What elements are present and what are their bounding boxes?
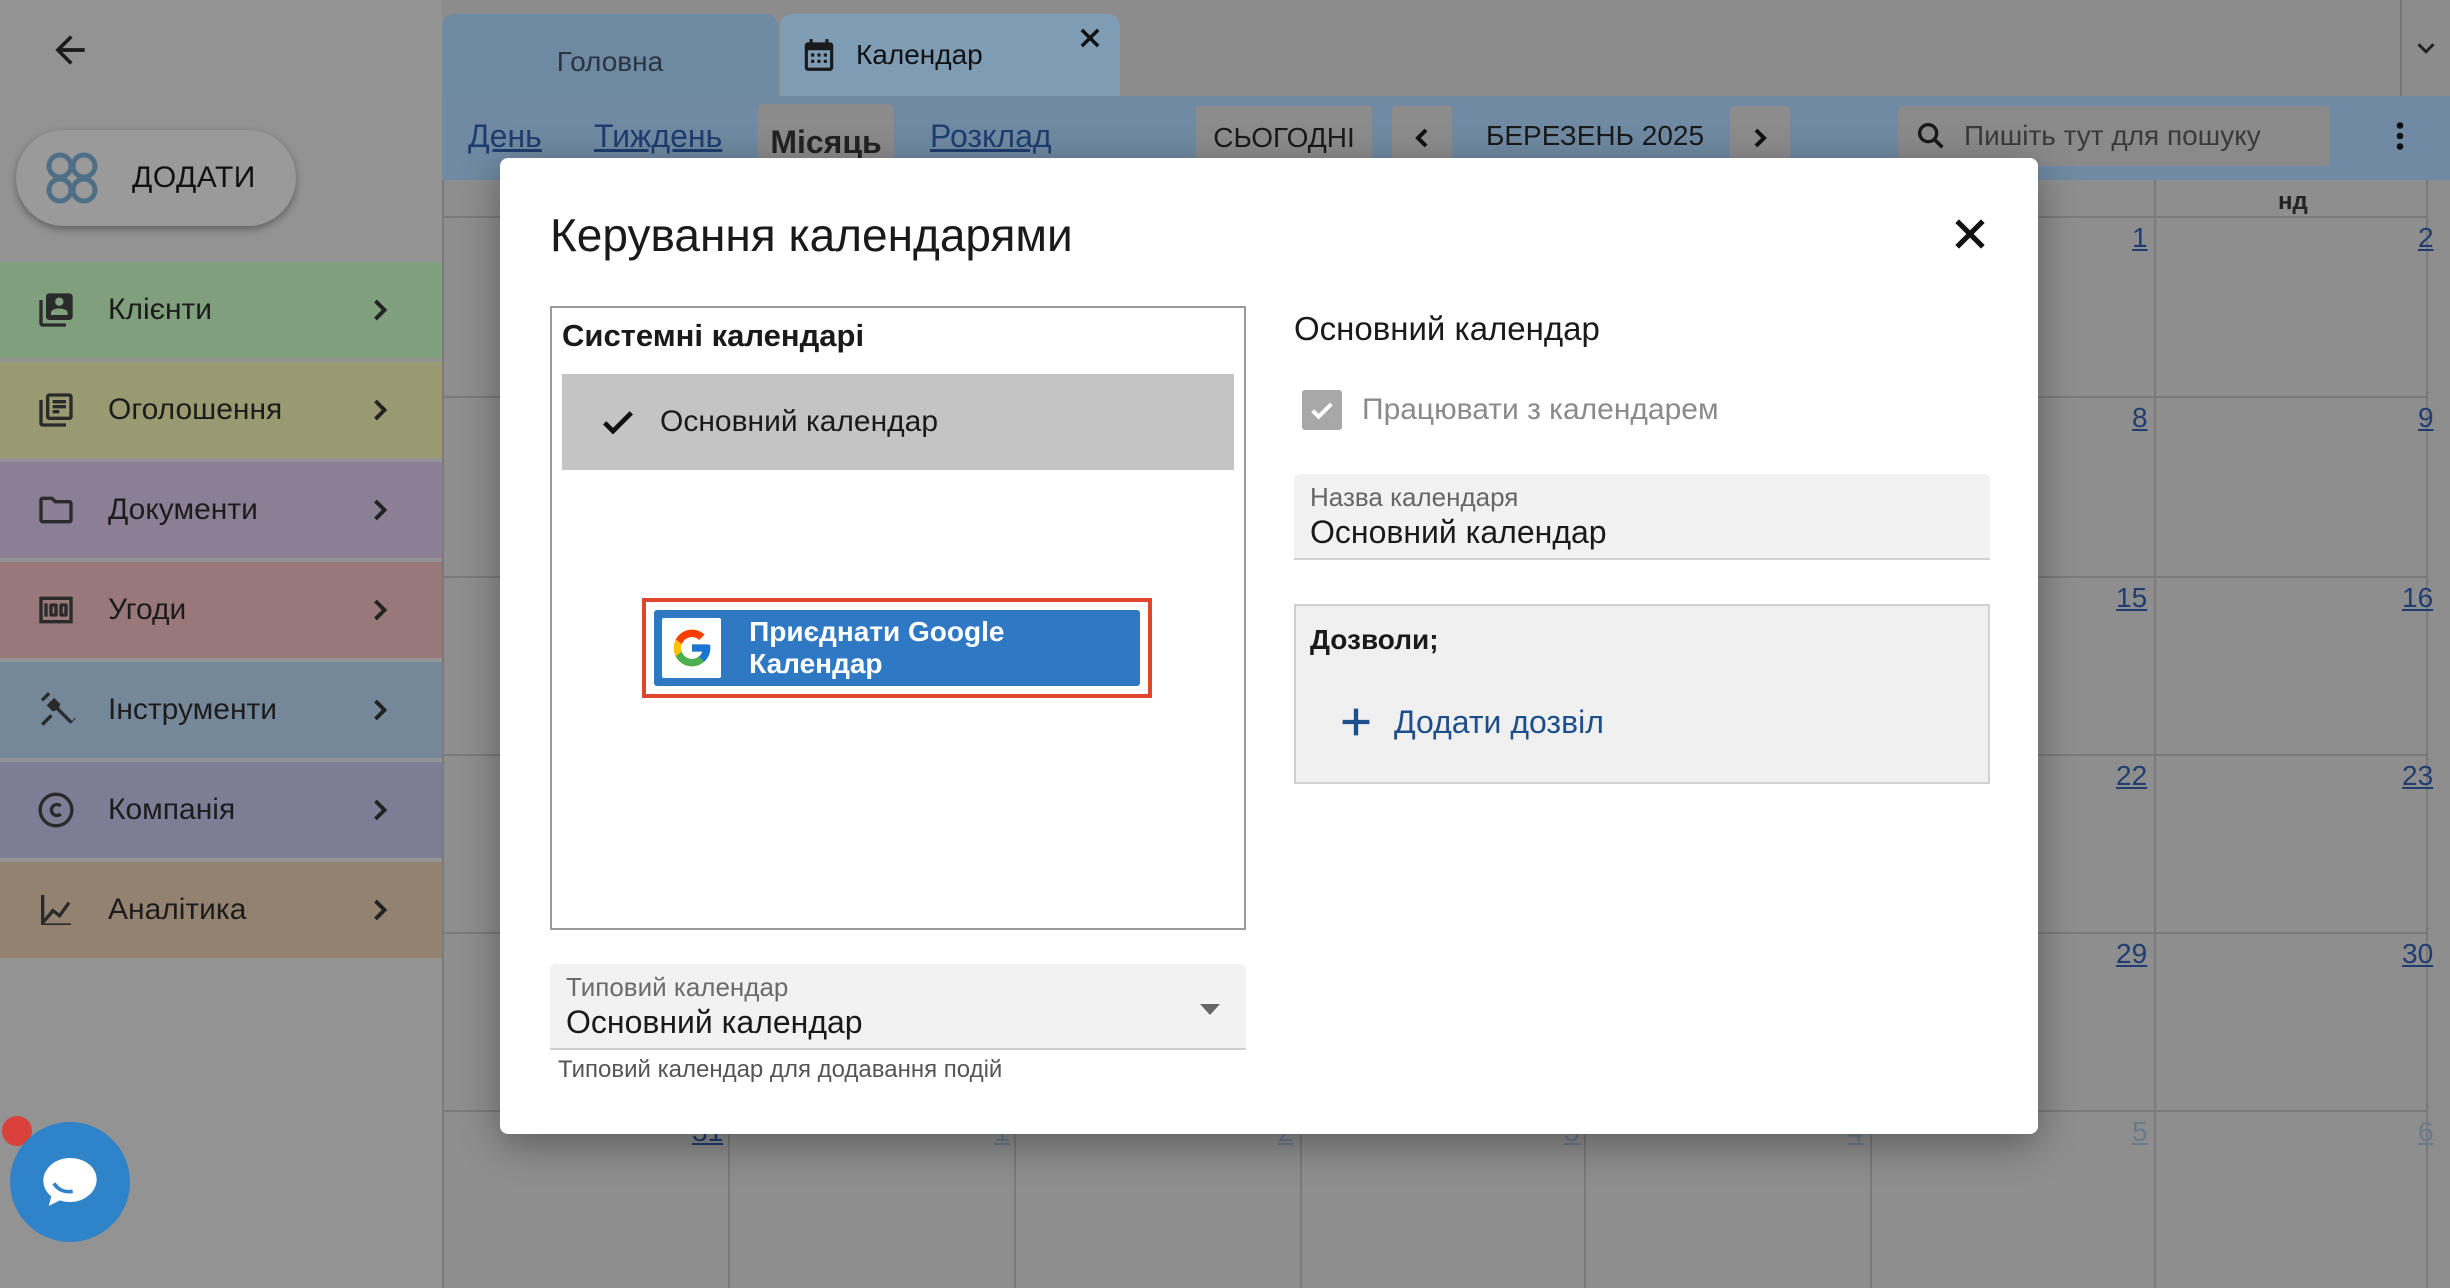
permissions-label: Дозволи; xyxy=(1310,624,1439,655)
tab-home[interactable]: Головна xyxy=(442,14,778,96)
work-with-calendar-checkbox-row: Працювати з календарем xyxy=(1302,390,1719,430)
tools-icon xyxy=(34,688,78,732)
add-button-label: ДОДАТИ xyxy=(132,161,256,194)
system-calendars-title: Системні календарі xyxy=(562,318,865,353)
work-with-calendar-checkbox[interactable] xyxy=(1302,390,1342,430)
chevron-right-icon xyxy=(374,899,388,921)
add-button[interactable]: ДОДАТИ xyxy=(16,130,296,226)
back-button[interactable] xyxy=(40,20,100,80)
plus-icon xyxy=(1342,708,1370,736)
arrow-left-icon xyxy=(55,35,85,65)
sidebar-item-label: Аналітика xyxy=(108,893,247,926)
system-calendar-item[interactable]: Основний календар xyxy=(562,374,1234,470)
sidebar-item-label: Документи xyxy=(108,493,258,526)
month-label: БЕРЕЗЕНЬ 2025 xyxy=(1486,120,1705,151)
day-cell[interactable]: 22 xyxy=(2116,760,2147,792)
contacts-icon xyxy=(34,288,78,332)
close-icon[interactable] xyxy=(1948,212,1992,256)
chevron-right-icon xyxy=(374,399,388,421)
day-cell[interactable]: 29 xyxy=(2116,938,2147,970)
tab-calendar[interactable]: Календар xyxy=(780,14,1120,96)
chevron-right-icon xyxy=(374,299,388,321)
google-button-highlight: Приєднати Google Календар xyxy=(642,598,1152,698)
chevron-right-icon xyxy=(374,699,388,721)
default-calendar-value: Основний календар xyxy=(566,1004,863,1040)
sidebar-item-listings[interactable]: Оголошення xyxy=(0,362,442,458)
permissions-panel: Дозволи; Додати дозвіл xyxy=(1294,604,1990,784)
default-calendar-select[interactable]: Типовий календар Основний календар xyxy=(550,964,1246,1050)
default-calendar-hint: Типовий календар для додавання подій xyxy=(558,1056,1003,1083)
chevron-right-icon xyxy=(1754,128,1767,148)
chat-icon xyxy=(43,1158,97,1206)
day-cell[interactable]: 16 xyxy=(2402,582,2433,614)
sidebar-item-company[interactable]: Компанія xyxy=(0,762,442,858)
sidebar-item-label: Оголошення xyxy=(108,393,283,426)
day-cell[interactable]: 15 xyxy=(2116,582,2147,614)
money-icon xyxy=(34,588,78,632)
day-cell[interactable]: 1 xyxy=(2132,222,2148,254)
add-permission-button[interactable]: Додати дозвіл xyxy=(1336,702,1604,742)
sidebar-item-analytics[interactable]: Аналітика xyxy=(0,862,442,958)
analytics-icon xyxy=(34,888,78,932)
folder-icon xyxy=(34,488,78,532)
day-cell[interactable]: 9 xyxy=(2418,402,2434,434)
chevron-down-icon xyxy=(2417,43,2435,54)
more-vert-icon[interactable] xyxy=(2382,116,2418,156)
chevron-left-icon xyxy=(1415,128,1428,148)
sidebar-item-label: Інструменти xyxy=(108,693,278,726)
check-icon xyxy=(603,411,633,435)
manage-calendars-dialog: Керування календарями Системні календарі… xyxy=(500,158,2038,1134)
search-input[interactable] xyxy=(1964,120,2324,152)
calendar-name-field[interactable]: Назва календаря Основний календар xyxy=(1294,474,1990,560)
copyright-icon xyxy=(34,788,78,832)
sidebar-nav: Клієнти Оголошення Документи Угоди Інстр… xyxy=(0,262,442,962)
tab-label: Головна xyxy=(556,46,664,77)
view-schedule-link[interactable]: Розклад xyxy=(930,118,1052,155)
day-cell[interactable]: 8 xyxy=(2132,402,2148,434)
chevron-right-icon xyxy=(374,599,388,621)
sidebar-item-documents[interactable]: Документи xyxy=(0,462,442,558)
calendar-icon xyxy=(804,39,834,71)
day-cell[interactable]: 23 xyxy=(2402,760,2433,792)
default-calendar-label: Типовий календар xyxy=(566,972,789,1002)
tabs-dropdown-button[interactable] xyxy=(2400,0,2450,96)
search-icon xyxy=(1917,122,1944,149)
calendar-details-title: Основний календар xyxy=(1294,310,1600,347)
day-cell[interactable]: 6 xyxy=(2418,1116,2434,1148)
add-logo-icon xyxy=(46,152,98,204)
sidebar: ДОДАТИ Клієнти Оголошення Документи Угод… xyxy=(0,0,442,1288)
checkmark-icon xyxy=(1311,402,1333,420)
day-header-sunday: нд xyxy=(2278,188,2308,215)
search-box xyxy=(1898,106,2330,166)
sidebar-item-label: Угоди xyxy=(108,593,187,626)
connect-google-label: Приєднати Google Календар xyxy=(749,616,1005,679)
sidebar-item-clients[interactable]: Клієнти xyxy=(0,262,442,358)
add-permission-label: Додати дозвіл xyxy=(1394,703,1604,740)
chat-button[interactable] xyxy=(10,1122,130,1242)
view-day-link[interactable]: День xyxy=(468,118,542,155)
dropdown-arrow-icon xyxy=(1200,1004,1220,1015)
chevron-right-icon xyxy=(374,499,388,521)
system-calendar-label: Основний календар xyxy=(660,405,939,438)
day-cell[interactable]: 5 xyxy=(2132,1116,2148,1148)
close-tab-icon[interactable] xyxy=(1076,24,1104,52)
google-logo-icon xyxy=(662,618,722,678)
connect-google-calendar-button[interactable]: Приєднати Google Календар xyxy=(654,610,1140,686)
day-cell[interactable]: 2 xyxy=(2418,222,2434,254)
calendar-name-label: Назва календаря xyxy=(1310,482,1519,512)
chevron-right-icon xyxy=(374,799,388,821)
dialog-title: Керування календарями xyxy=(550,209,1073,261)
sidebar-item-label: Клієнти xyxy=(108,293,213,326)
listing-icon xyxy=(34,388,78,432)
tab-bar: Головна Календар xyxy=(442,0,2450,96)
system-calendars-panel: Системні календарі Основний календар При… xyxy=(550,306,1246,930)
sidebar-item-tools[interactable]: Інструменти xyxy=(0,662,442,758)
view-week-link[interactable]: Тиждень xyxy=(594,118,722,155)
calendar-name-value: Основний календар xyxy=(1310,514,1607,550)
work-with-calendar-label: Працювати з календарем xyxy=(1362,393,1719,426)
day-cell[interactable]: 30 xyxy=(2402,938,2433,970)
sidebar-item-label: Компанія xyxy=(108,793,236,826)
tab-label: Календар xyxy=(856,39,983,70)
sidebar-item-deals[interactable]: Угоди xyxy=(0,562,442,658)
